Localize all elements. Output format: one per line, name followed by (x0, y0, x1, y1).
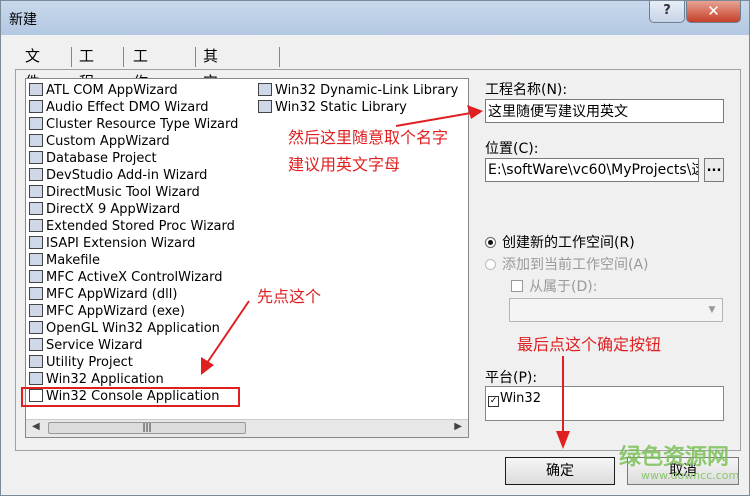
checkbox-icon (511, 280, 523, 292)
list-item[interactable]: Win32 Static Library (258, 99, 407, 116)
checkmark-icon: ✓ (488, 396, 499, 407)
list-item[interactable]: Audio Effect DMO Wizard (29, 99, 209, 116)
tab-divider (279, 47, 280, 67)
project-icon (29, 338, 43, 351)
tab-projects[interactable]: 工程 (79, 43, 94, 91)
project-icon (29, 134, 43, 147)
project-icon (29, 321, 43, 334)
project-icon (29, 270, 43, 283)
tab-workspaces[interactable]: 工作区 (133, 43, 148, 117)
radio-add-workspace[interactable]: 添加到当前工作空间(A) (485, 254, 649, 274)
project-icon (258, 100, 272, 113)
location-input[interactable]: E:\softWare\vc60\MyProjects\这 (485, 158, 699, 182)
list-item[interactable]: Extended Stored Proc Wizard (29, 218, 235, 235)
project-icon (29, 253, 43, 266)
list-item[interactable]: DevStudio Add-in Wizard (29, 167, 207, 184)
list-item[interactable]: OpenGL Win32 Application (29, 320, 220, 337)
project-icon (29, 219, 43, 232)
project-icon (29, 117, 43, 130)
title-bar: 新建 ? ✕ (1, 1, 749, 35)
tab-divider (195, 47, 196, 67)
list-item[interactable]: DirectMusic Tool Wizard (29, 184, 200, 201)
platform-list[interactable]: ✓ Win32 (485, 386, 724, 421)
annotation-click-first: 先点这个 (257, 287, 322, 306)
list-item[interactable]: Utility Project (29, 354, 133, 371)
project-icon (258, 83, 272, 96)
list-item[interactable]: ISAPI Extension Wizard (29, 235, 195, 252)
list-item[interactable]: Win32 Dynamic-Link Library (258, 82, 458, 99)
list-item[interactable]: Database Project (29, 150, 157, 167)
list-item[interactable]: Service Wizard (29, 337, 143, 354)
project-icon (29, 185, 43, 198)
project-icon (29, 236, 43, 249)
project-name-label: 工程名称(N): (485, 82, 568, 98)
list-item[interactable]: MFC AppWizard (exe) (29, 303, 185, 320)
project-name-input[interactable] (485, 99, 724, 123)
project-icon (29, 372, 43, 385)
scroll-left-icon[interactable]: ◀ (32, 421, 40, 432)
list-item[interactable]: ATL COM AppWizard (29, 82, 178, 99)
radio-selected-icon (485, 237, 496, 248)
dependency-checkbox[interactable]: 从属于(D): (511, 276, 597, 296)
project-icon (29, 287, 43, 300)
help-button[interactable]: ? (649, 1, 685, 23)
project-icon (29, 83, 43, 96)
chevron-down-icon: ▼ (708, 305, 716, 315)
tab-divider (71, 47, 72, 67)
scroll-right-icon[interactable]: ▶ (454, 421, 462, 432)
project-icon (29, 151, 43, 164)
location-label: 位置(C): (485, 141, 539, 157)
list-item[interactable]: MFC ActiveX ControlWizard (29, 269, 222, 286)
project-icon (29, 202, 43, 215)
highlight-box (21, 387, 240, 407)
list-item[interactable]: Custom AppWizard (29, 133, 170, 150)
project-icon (29, 355, 43, 368)
annotation-name-hint-1: 然后这里随意取个名字 (288, 128, 449, 147)
browse-button[interactable]: ... (704, 158, 724, 182)
scroll-thumb[interactable]: ||| (48, 422, 246, 434)
platform-label: 平台(P): (485, 370, 538, 386)
list-item[interactable]: Win32 Application (29, 371, 164, 388)
tab-files[interactable]: 文件 (25, 43, 40, 91)
annotation-click-ok: 最后点这个确定按钮 (517, 335, 662, 354)
dialog-title: 新建 (9, 12, 37, 28)
new-dialog: 新建 ? ✕ 文件 工程 工作区 其它文档 ATL COM AppWizard … (0, 0, 750, 496)
tab-divider (123, 47, 124, 67)
annotation-name-hint-2: 建议用英文字母 (288, 155, 401, 174)
project-icon (29, 100, 43, 113)
list-item[interactable]: Makefile (29, 252, 100, 269)
tab-other-documents[interactable]: 其它文档 (203, 43, 218, 143)
platform-item[interactable]: ✓ Win32 (488, 390, 541, 407)
watermark-logo: 绿色资源网 (619, 445, 730, 470)
list-item[interactable]: DirectX 9 AppWizard (29, 201, 180, 218)
radio-icon (485, 259, 496, 270)
project-icon (29, 168, 43, 181)
list-item[interactable]: Cluster Resource Type Wizard (29, 116, 238, 133)
ok-button[interactable]: 确定 (505, 457, 615, 485)
horizontal-scrollbar[interactable]: ◀ ||| ▶ (26, 419, 468, 437)
dependency-select[interactable]: ▼ (509, 298, 723, 322)
close-button[interactable]: ✕ (686, 1, 741, 23)
list-item[interactable]: MFC AppWizard (dll) (29, 286, 177, 303)
project-icon (29, 304, 43, 317)
watermark-url: www.downcc.com (641, 469, 740, 482)
radio-create-workspace[interactable]: 创建新的工作空间(R) (485, 232, 635, 252)
